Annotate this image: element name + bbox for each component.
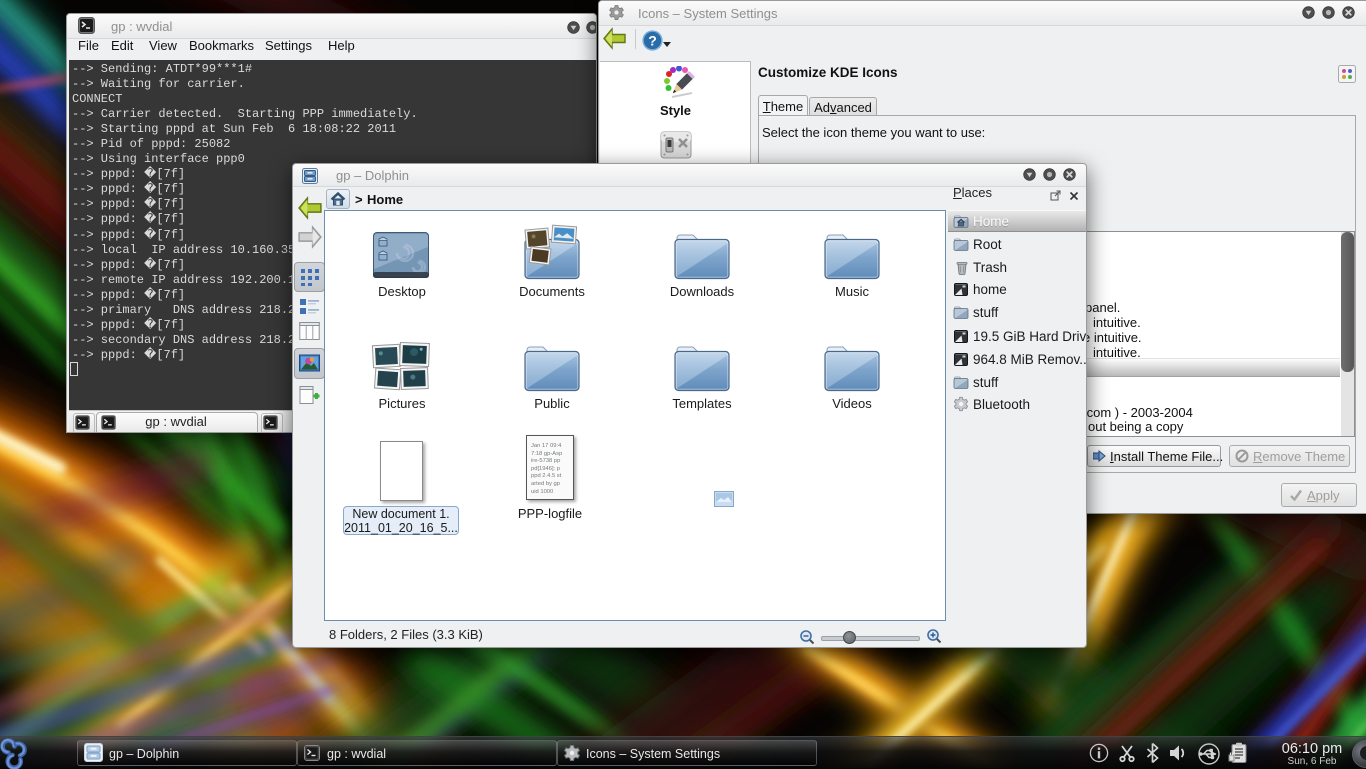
svg-text:?: ? — [648, 33, 657, 49]
